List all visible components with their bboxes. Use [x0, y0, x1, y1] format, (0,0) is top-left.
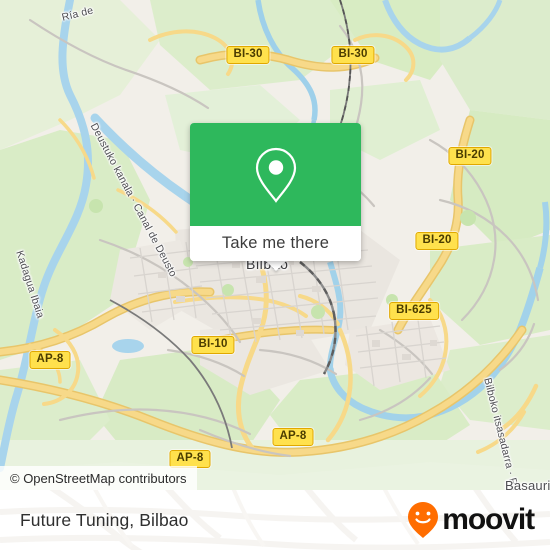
callout-tail — [265, 260, 287, 271]
moovit-pin-smile-icon — [408, 502, 439, 538]
map-screenshot: Ría de Deustuko kanala · Canal de Deusto… — [0, 0, 550, 550]
attribution-text: © OpenStreetMap contributors — [10, 470, 187, 486]
place-title: Future Tuning, Bilbao — [20, 509, 189, 530]
road-shield-bi-30-west: BI-30 — [226, 46, 270, 64]
road-shield-bi-20-south: BI-20 — [415, 232, 459, 250]
callout-icon-area — [190, 123, 361, 226]
map-pin-icon — [255, 147, 296, 203]
map-attribution[interactable]: © OpenStreetMap contributors — [0, 466, 197, 490]
moovit-logo[interactable]: moovit — [406, 500, 535, 540]
road-shield-bi-10: BI-10 — [191, 336, 235, 354]
take-me-there-label: Take me there — [221, 234, 330, 252]
road-shield-bi-30-east: BI-30 — [331, 46, 375, 64]
map-viewport[interactable]: Ría de Deustuko kanala · Canal de Deusto… — [0, 0, 550, 490]
road-shield-ap-8-west: AP-8 — [29, 351, 71, 369]
moovit-wordmark: moovit — [442, 503, 535, 536]
road-shield-ap-8-east: AP-8 — [272, 428, 314, 446]
road-shield-bi-625: BI-625 — [389, 302, 439, 320]
road-shield-bi-20-north: BI-20 — [448, 147, 492, 165]
location-callout-card[interactable]: Take me there — [190, 123, 361, 261]
footer-bar: Future Tuning, Bilbao moovit — [0, 490, 550, 550]
take-me-there-button[interactable]: Take me there — [190, 226, 361, 261]
